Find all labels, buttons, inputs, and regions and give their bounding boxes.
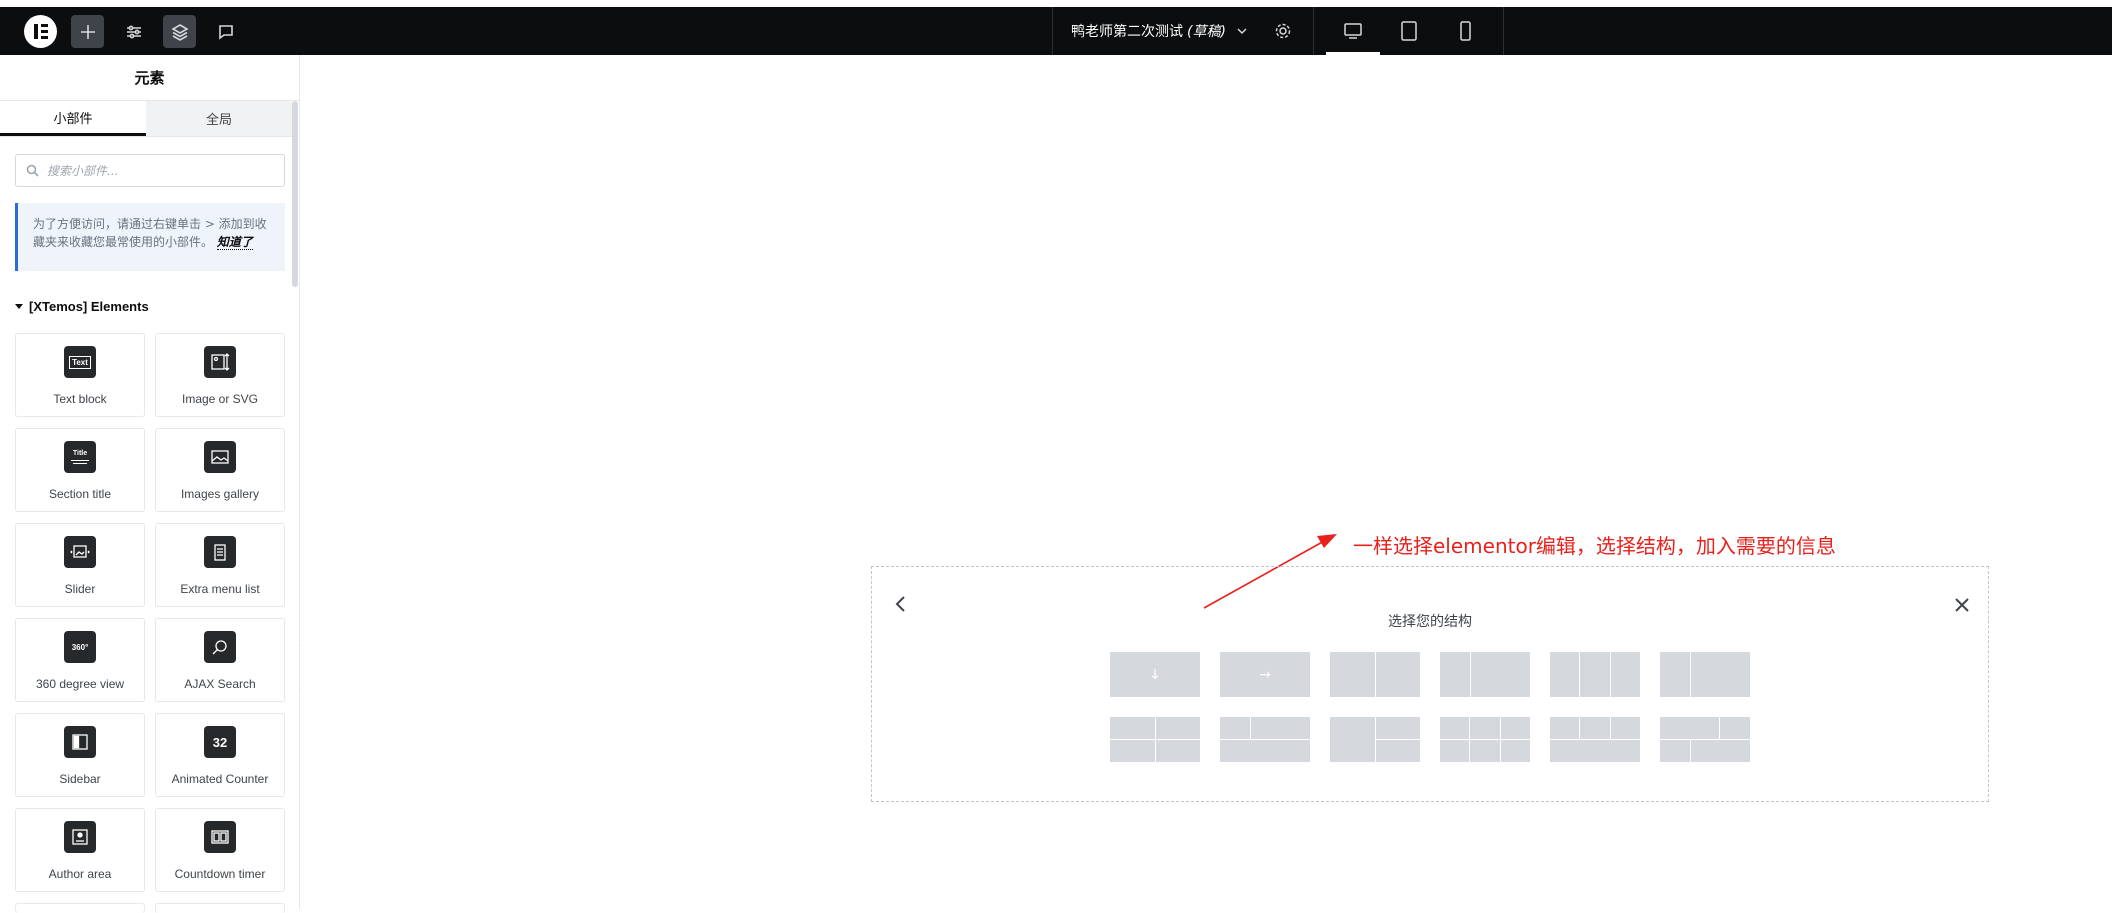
widget-label: Extra menu list xyxy=(180,582,260,596)
widget-image-svg[interactable]: Image or SVG xyxy=(155,333,285,417)
search-icon xyxy=(26,164,39,177)
widget-animated-counter[interactable]: 32 Animated Counter xyxy=(155,713,285,797)
responsive-switcher xyxy=(1314,7,1504,55)
widget-partial[interactable] xyxy=(15,903,145,913)
gear-icon[interactable] xyxy=(1273,21,1293,41)
desktop-view-button[interactable] xyxy=(1341,19,1365,43)
document-state: (草稿) xyxy=(1187,24,1226,40)
preset-1-2-rows[interactable] xyxy=(1220,717,1310,762)
mobile-icon xyxy=(1460,21,1471,41)
360-view-icon: 360° xyxy=(64,631,96,663)
widget-text-block[interactable]: Text Text block xyxy=(15,333,145,417)
widget-search xyxy=(15,154,285,187)
widget-slider[interactable]: Slider xyxy=(15,523,145,607)
site-settings-button[interactable] xyxy=(117,15,150,48)
chevron-down-icon[interactable] xyxy=(1236,25,1248,37)
preset-3-columns[interactable] xyxy=(1550,652,1640,697)
caret-down-icon xyxy=(15,304,23,309)
ajax-search-icon xyxy=(204,631,236,663)
arrow-down-icon: ↓ xyxy=(1110,652,1200,697)
desktop-icon xyxy=(1344,23,1362,39)
document-title-area[interactable]: 鸭老师第二次测试 (草稿) xyxy=(1052,7,1314,55)
preset-flex-row[interactable]: → xyxy=(1220,652,1310,697)
preset-2-columns[interactable] xyxy=(1330,652,1420,697)
author-area-icon xyxy=(64,821,96,853)
widget-sidebar[interactable]: Sidebar xyxy=(15,713,145,797)
preset-1-2-columns[interactable] xyxy=(1440,652,1530,697)
sliders-icon xyxy=(126,25,141,38)
section-title-icon: Title xyxy=(64,441,96,473)
widget-360-view[interactable]: 360° 360 degree view xyxy=(15,618,145,702)
countdown-timer-icon xyxy=(204,821,236,853)
panel-title: 元素 xyxy=(0,55,299,101)
extra-menu-list-icon xyxy=(204,536,236,568)
widget-label: Sidebar xyxy=(59,772,101,786)
tablet-view-button[interactable] xyxy=(1397,19,1421,43)
widget-label: Images gallery xyxy=(180,487,260,501)
widget-partial[interactable] xyxy=(155,903,285,913)
preset-mixed-grid[interactable] xyxy=(1660,717,1750,762)
notice-dismiss-link[interactable]: 知道了 xyxy=(216,235,253,250)
editor-topbar: 鸭老师第二次测试 (草稿) xyxy=(0,7,2112,55)
widget-grid: Text Text block Image or SVG Title Secti… xyxy=(15,333,285,913)
annotation-text: 一样选择elementor编辑，选择结构，加入需要的信息 xyxy=(1353,534,1836,558)
widget-label: Author area xyxy=(48,867,112,881)
mobile-view-button[interactable] xyxy=(1453,19,1477,43)
tab-global[interactable]: 全局 xyxy=(146,101,292,136)
document-title: 鸭老师第二次测试 xyxy=(1071,24,1183,40)
search-input[interactable] xyxy=(47,163,267,178)
widget-label: Image or SVG xyxy=(181,392,259,406)
elements-panel: 元素 小部件 全局 为了方便访问，请通过右键单击 > 添加到收藏夹来收藏您最常使… xyxy=(0,55,300,913)
widget-label: 360 degree view xyxy=(35,677,125,691)
tablet-icon xyxy=(1401,21,1417,41)
favorites-notice: 为了方便访问，请通过右键单击 > 添加到收藏夹来收藏您最常使用的小部件。 知道了 xyxy=(15,203,285,271)
structure-title: 选择您的结构 xyxy=(1388,614,1472,630)
panel-scrollbar[interactable] xyxy=(292,101,298,287)
preset-flex-column[interactable]: ↓ xyxy=(1110,652,1200,697)
image-svg-icon xyxy=(204,346,236,378)
widget-countdown-timer[interactable]: Countdown timer xyxy=(155,808,285,892)
category-header[interactable]: [XTemos] Elements xyxy=(15,299,149,314)
tab-widgets[interactable]: 小部件 xyxy=(0,101,146,136)
slider-icon xyxy=(64,536,96,568)
preset-left-split-grid[interactable] xyxy=(1330,717,1420,762)
category-title: [XTemos] Elements xyxy=(29,299,149,314)
widget-author-area[interactable]: Author area xyxy=(15,808,145,892)
animated-counter-icon: 32 xyxy=(204,726,236,758)
select-structure-dialog: 选择您的结构 ↓ → xyxy=(871,566,1989,802)
preset-2-1-columns[interactable] xyxy=(1660,652,1750,697)
preset-3-1-rows[interactable] xyxy=(1550,717,1640,762)
widget-label: Slider xyxy=(64,582,96,596)
panel-tabs: 小部件 全局 xyxy=(0,101,292,137)
widget-label: AJAX Search xyxy=(184,677,256,691)
widget-label: Text block xyxy=(53,392,107,406)
text-block-icon: Text xyxy=(64,346,96,378)
comments-button[interactable] xyxy=(209,15,242,48)
widget-label: Animated Counter xyxy=(171,772,269,786)
widget-images-gallery[interactable]: Images gallery xyxy=(155,428,285,512)
comment-icon xyxy=(218,24,233,40)
layers-icon xyxy=(170,23,189,41)
arrow-right-icon: → xyxy=(1220,652,1310,697)
images-gallery-icon xyxy=(204,441,236,473)
plus-icon xyxy=(80,24,95,39)
widget-extra-menu-list[interactable]: Extra menu list xyxy=(155,523,285,607)
widget-label: Countdown timer xyxy=(174,867,266,881)
sidebar-icon xyxy=(64,726,96,758)
widget-ajax-search[interactable]: AJAX Search xyxy=(155,618,285,702)
elementor-logo-icon[interactable] xyxy=(24,15,57,48)
widget-section-title[interactable]: Title Section title xyxy=(15,428,145,512)
preset-2x2-grid[interactable] xyxy=(1110,717,1200,762)
add-element-button[interactable] xyxy=(71,15,104,48)
structure-button[interactable] xyxy=(163,15,196,48)
widget-label: Section title xyxy=(48,487,112,501)
preset-3x2-grid[interactable] xyxy=(1440,717,1530,762)
